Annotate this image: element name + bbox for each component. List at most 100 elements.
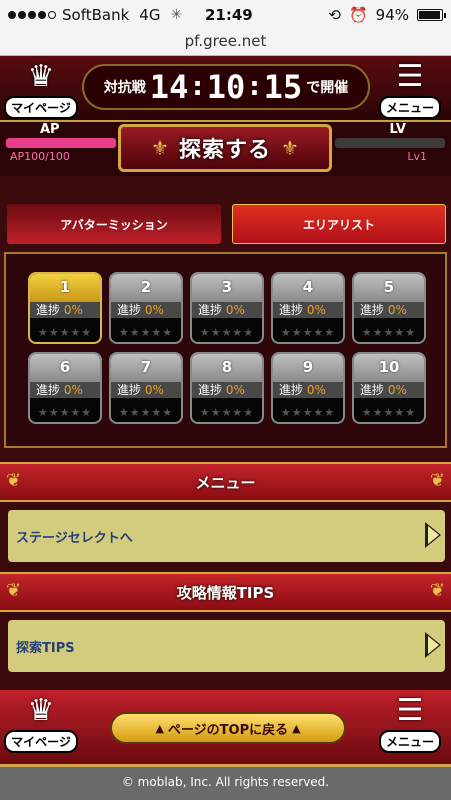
ap-label: AP	[40, 122, 60, 137]
explore-button-label: 探索する	[178, 138, 271, 163]
countdown-prefix: 対抗戦	[103, 80, 146, 96]
star-rating-icon: ★★★★★	[118, 406, 174, 419]
area-progress: 進捗 0%	[354, 382, 424, 398]
area-tile[interactable]: 5 進捗 0% ★★★★★	[352, 272, 426, 344]
explore-tips-label: 探索TIPS	[16, 640, 75, 656]
signal-strength-icon	[8, 11, 56, 19]
progress-label: 進捗	[36, 383, 61, 397]
bottom-nav: ♛ マイページ ▲ ページのTOPに戻る ▲ ☰ メニュー	[0, 690, 451, 764]
ornament-icon: ❦	[6, 580, 22, 601]
area-progress: 進捗 0%	[30, 382, 100, 398]
menu-section-title: メニュー	[195, 473, 256, 492]
star-rating-icon: ★★★★★	[361, 406, 417, 419]
status-time: 21:49	[205, 6, 253, 24]
battery-icon	[417, 9, 446, 21]
triangle-up-icon: ▲	[155, 721, 164, 735]
top-header: ♛ マイページ 対抗戦 14 : 10 : 15 で開催 ☰ メニュー	[0, 56, 451, 122]
area-tile[interactable]: 7 進捗 0% ★★★★★	[109, 352, 183, 424]
chevron-right-icon	[425, 522, 441, 548]
mypage-button[interactable]: ♛ マイページ	[2, 692, 80, 754]
progress-percent: 0%	[225, 383, 245, 397]
area-tile[interactable]: 9 進捗 0% ★★★★★	[271, 352, 345, 424]
menu-section-header: ❦ メニュー ❦	[0, 462, 451, 502]
fleur-de-lis-icon: ⚜	[281, 136, 299, 160]
progress-percent: 0%	[63, 383, 83, 397]
fleur-de-lis-icon: ⚜	[151, 136, 169, 160]
chevron-right-icon	[425, 632, 441, 658]
star-rating-icon: ★★★★★	[199, 406, 255, 419]
mypage-label: マイページ	[4, 730, 78, 753]
area-progress: 進捗 0%	[30, 302, 100, 318]
ornament-icon: ❦	[429, 470, 445, 491]
triangle-up-icon: ▲	[292, 721, 301, 735]
area-progress: 進捗 0%	[354, 302, 424, 318]
area-tile[interactable]: 2 進捗 0% ★★★★★	[109, 272, 183, 344]
star-rating-icon: ★★★★★	[280, 326, 336, 339]
area-progress: 進捗 0%	[192, 302, 262, 318]
progress-label: 進捗	[360, 303, 385, 317]
menu-list-icon: ☰	[396, 693, 424, 728]
network-type: 4G	[139, 6, 161, 24]
area-tile[interactable]: 8 進捗 0% ★★★★★	[190, 352, 264, 424]
area-number: 7	[111, 354, 181, 382]
menu-list-icon: ☰	[396, 59, 424, 94]
level-value: Lv1	[407, 150, 427, 163]
crown-icon: ♛	[27, 693, 55, 728]
battery-percent: 94%	[375, 6, 409, 24]
progress-percent: 0%	[144, 303, 164, 317]
battle-countdown: 対抗戦 14 : 10 : 15 で開催	[82, 64, 370, 110]
carrier-name: SoftBank	[62, 6, 130, 24]
player-stats: AP AP100/100 ⚜ 探索する ⚜ LV Lv1	[0, 122, 451, 176]
tab-area-list[interactable]: エリアリスト	[232, 204, 446, 244]
url-bar[interactable]: pf.gree.net	[0, 30, 451, 56]
progress-percent: 0%	[387, 303, 407, 317]
menu-button[interactable]: ☰ メニュー	[371, 58, 449, 120]
area-progress: 進捗 0%	[192, 382, 262, 398]
area-tile[interactable]: 4 進捗 0% ★★★★★	[271, 272, 345, 344]
ornament-icon: ❦	[6, 470, 22, 491]
star-rating-icon: ★★★★★	[280, 406, 336, 419]
area-tile[interactable]: 10 進捗 0% ★★★★★	[352, 352, 426, 424]
area-number: 3	[192, 274, 262, 302]
area-tile[interactable]: 3 進捗 0% ★★★★★	[190, 272, 264, 344]
alarm-icon: ⏰	[348, 6, 368, 24]
progress-label: 進捗	[198, 303, 223, 317]
area-number: 9	[273, 354, 343, 382]
stage-select-link[interactable]: ステージセレクトへ	[8, 510, 445, 562]
back-to-top-button[interactable]: ▲ ページのTOPに戻る ▲	[110, 712, 346, 744]
progress-label: 進捗	[117, 303, 142, 317]
tips-section-title: 攻略情報TIPS	[176, 583, 275, 602]
star-rating-icon: ★★★★★	[37, 326, 93, 339]
star-rating-icon: ★★★★★	[199, 326, 255, 339]
mypage-button[interactable]: ♛ マイページ	[2, 58, 80, 120]
area-number: 6	[30, 354, 100, 382]
progress-label: 進捗	[117, 383, 142, 397]
area-number: 5	[354, 274, 424, 302]
progress-percent: 0%	[225, 303, 245, 317]
level-label: LV	[389, 122, 406, 137]
star-rating-icon: ★★★★★	[361, 326, 417, 339]
progress-label: 進捗	[36, 303, 61, 317]
area-progress: 進捗 0%	[273, 302, 343, 318]
progress-label: 進捗	[198, 383, 223, 397]
copyright-text: © moblab, Inc. All rights reserved.	[0, 764, 451, 800]
explore-tips-link[interactable]: 探索TIPS	[8, 620, 445, 672]
countdown-suffix: で開催	[306, 80, 349, 96]
area-tile[interactable]: 6 進捗 0% ★★★★★	[28, 352, 102, 424]
star-rating-icon: ★★★★★	[118, 326, 174, 339]
explore-button[interactable]: ⚜ 探索する ⚜	[118, 124, 332, 172]
menu-label: メニュー	[378, 96, 441, 119]
countdown-hours: 14	[149, 68, 189, 106]
tab-avatar-mission[interactable]: アバターミッション	[7, 204, 221, 244]
level-gauge	[335, 138, 445, 148]
area-tile[interactable]: 1 進捗 0% ★★★★★	[28, 272, 102, 344]
area-progress: 進捗 0%	[111, 302, 181, 318]
menu-button[interactable]: ☰ メニュー	[371, 692, 449, 754]
tips-section-header: ❦ 攻略情報TIPS ❦	[0, 572, 451, 612]
progress-percent: 0%	[306, 383, 326, 397]
area-number: 4	[273, 274, 343, 302]
back-to-top-label: ページのTOPに戻る	[167, 722, 289, 738]
countdown-seconds: 15	[263, 68, 303, 106]
loading-spinner-icon: ✳	[170, 7, 183, 23]
area-progress: 進捗 0%	[111, 382, 181, 398]
